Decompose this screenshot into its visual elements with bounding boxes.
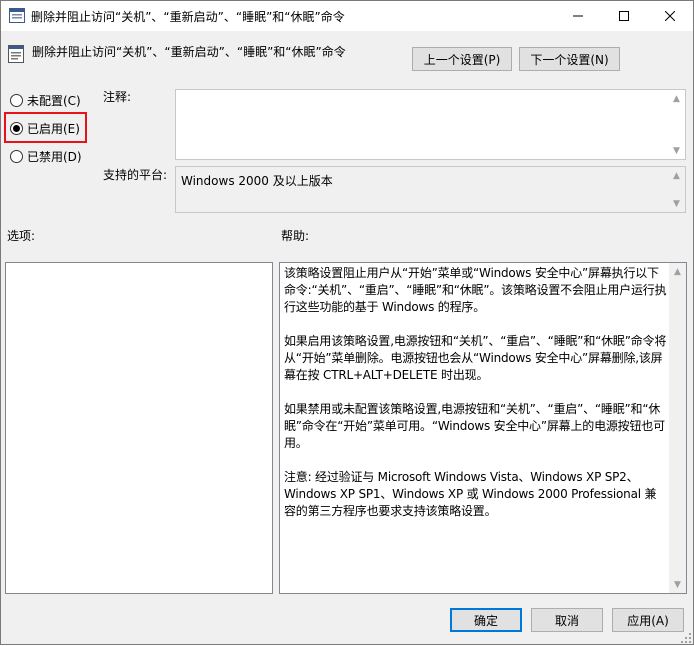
options-panel [5, 262, 273, 594]
previous-setting-button[interactable]: 上一个设置(P) [412, 47, 512, 71]
help-scrollbar[interactable]: ▲ ▼ [669, 263, 686, 593]
comment-textarea[interactable]: ▲ ▼ [175, 89, 686, 160]
help-text: 该策略设置阻止用户从“开始”菜单或“Windows 安全中心”屏幕执行以下命令:… [284, 265, 668, 537]
help-paragraph: 如果启用该策略设置,电源按钮和“关机”、“重启”、“睡眠”和“休眠”命令将从“开… [284, 334, 667, 382]
comment-scrollbar[interactable]: ▲ ▼ [668, 90, 685, 159]
radio-label: 已启用(E) [27, 122, 80, 136]
maximize-icon [619, 11, 629, 21]
window-title: 删除并阻止访问“关机”、“重新启动”、“睡眠”和“休眠”命令 [31, 10, 345, 24]
scroll-up-icon[interactable]: ▲ [668, 167, 685, 184]
apply-button[interactable]: 应用(A) [612, 608, 684, 632]
ok-button[interactable]: 确定 [450, 608, 522, 632]
help-paragraph: 如果禁用或未配置该策略设置,电源按钮和“关机”、“重启”、“睡眠”和“休眠”命令… [284, 402, 665, 450]
help-label: 帮助: [281, 229, 310, 243]
supported-platform-label: 支持的平台: [103, 168, 168, 182]
policy-name: 删除并阻止访问“关机”、“重新启动”、“睡眠”和“休眠”命令 [32, 45, 346, 59]
radio-button-unchecked[interactable] [10, 94, 23, 107]
radio-disabled[interactable]: 已禁用(D) [10, 148, 82, 165]
scroll-down-icon[interactable]: ▼ [669, 576, 686, 593]
radio-button-checked[interactable] [10, 122, 23, 135]
comment-label: 注释: [103, 90, 132, 104]
help-panel: 该策略设置阻止用户从“开始”菜单或“Windows 安全中心”屏幕执行以下命令:… [279, 262, 687, 594]
help-paragraph: 该策略设置阻止用户从“开始”菜单或“Windows 安全中心”屏幕执行以下命令:… [284, 266, 667, 314]
cancel-button[interactable]: 取消 [531, 608, 603, 632]
title-bar[interactable]: 删除并阻止访问“关机”、“重新启动”、“睡眠”和“休眠”命令 [1, 1, 693, 31]
radio-enabled[interactable]: 已启用(E) [10, 120, 80, 137]
next-setting-button[interactable]: 下一个设置(N) [519, 47, 620, 71]
policy-settings-icon [9, 8, 25, 23]
radio-label: 未配置(C) [27, 94, 81, 108]
options-label: 选项: [7, 229, 36, 243]
close-button[interactable] [647, 1, 693, 31]
help-paragraph: 注意: 经过验证与 Microsoft Windows Vista、Window… [284, 470, 657, 518]
resize-grip-icon[interactable] [681, 632, 691, 643]
maximize-button[interactable] [601, 1, 647, 31]
supported-platform-field: Windows 2000 及以上版本 ▲ ▼ [175, 166, 686, 213]
minimize-button[interactable] [555, 1, 601, 31]
close-icon [665, 11, 675, 21]
radio-label: 已禁用(D) [27, 150, 82, 164]
scroll-up-icon[interactable]: ▲ [668, 90, 685, 107]
platform-scrollbar[interactable]: ▲ ▼ [668, 167, 685, 212]
radio-not-configured[interactable]: 未配置(C) [10, 92, 81, 109]
policy-dialog-window: 删除并阻止访问“关机”、“重新启动”、“睡眠”和“休眠”命令 删除并阻止访问“关… [0, 0, 694, 645]
scroll-up-icon[interactable]: ▲ [669, 263, 686, 280]
supported-platform-value: Windows 2000 及以上版本 [181, 174, 333, 188]
policy-setting-icon [8, 45, 24, 63]
scroll-down-icon[interactable]: ▼ [668, 195, 685, 212]
radio-button-unchecked[interactable] [10, 150, 23, 163]
minimize-icon [573, 15, 583, 17]
scroll-down-icon[interactable]: ▼ [668, 142, 685, 159]
